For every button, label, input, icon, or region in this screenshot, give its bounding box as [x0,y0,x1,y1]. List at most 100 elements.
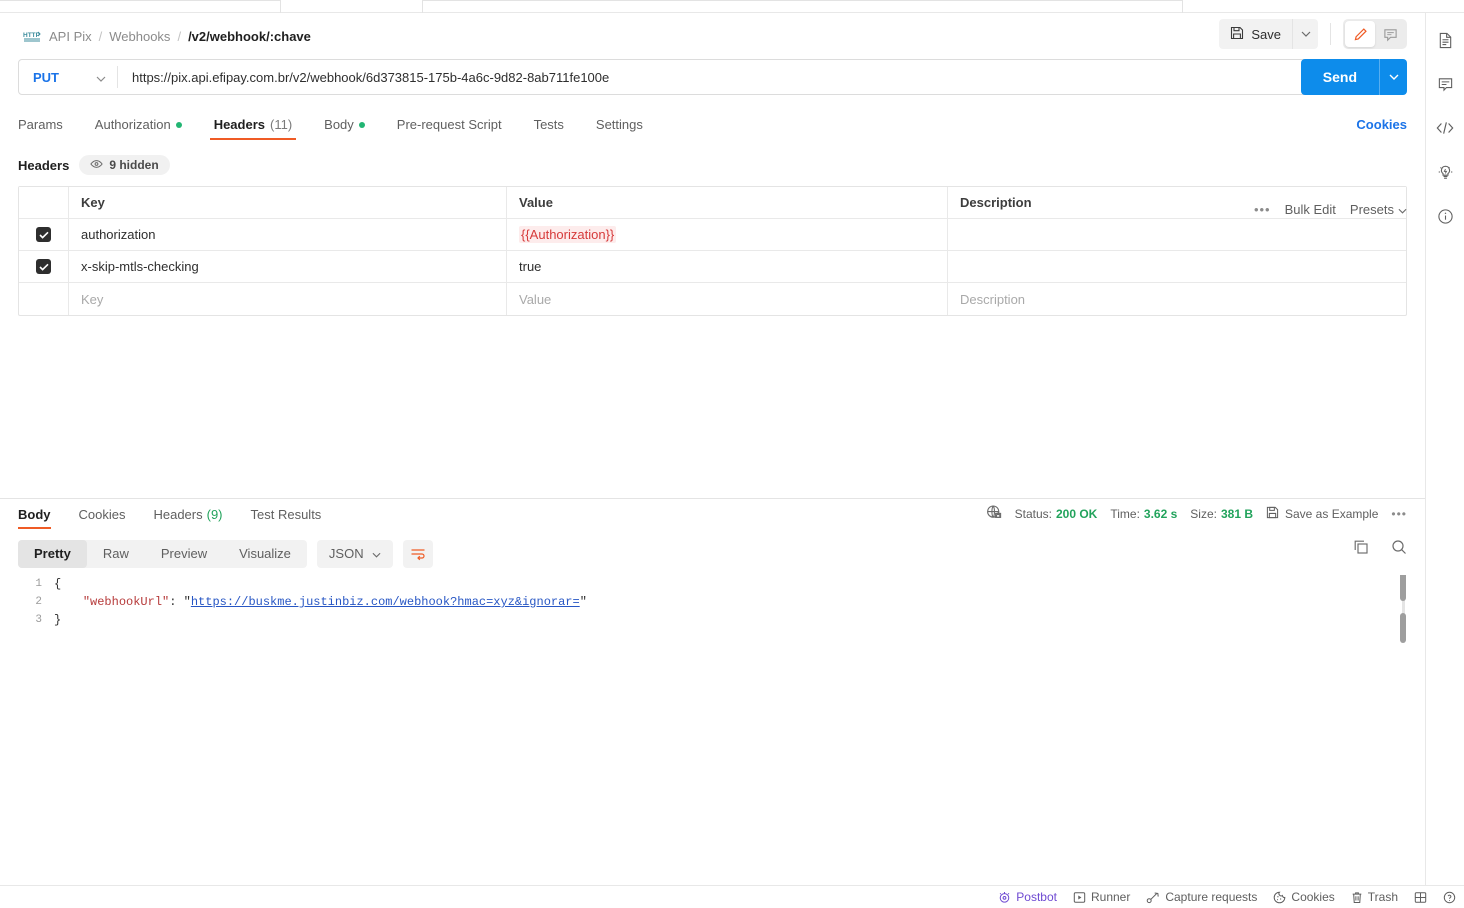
response-tab-body[interactable]: Body [18,507,65,529]
code-icon[interactable] [1434,117,1456,139]
info-icon[interactable] [1434,205,1456,227]
hidden-headers-pill[interactable]: 9 hidden [79,155,170,175]
postbot-button[interactable]: Postbot [998,890,1057,904]
row-checkbox[interactable] [36,259,51,274]
word-wrap-icon[interactable] [402,539,433,568]
copy-icon[interactable] [1353,539,1369,555]
header-description[interactable] [948,251,1406,282]
trash-icon [1351,891,1363,904]
status-value: 200 OK [1055,506,1098,521]
runner-label: Runner [1090,890,1131,904]
help-icon[interactable] [1443,891,1456,904]
breadcrumb-separator: / [98,28,103,44]
tab-headers[interactable]: Headers (11) [198,117,308,140]
send-dropdown-button[interactable] [1379,59,1407,95]
code-scrollbar-thumb[interactable] [1400,613,1406,643]
comment-icon[interactable] [1434,73,1456,95]
url-input[interactable]: https://pix.api.efipay.com.br/v2/webhook… [118,60,1307,94]
url-row: PUT https://pix.api.efipay.com.br/v2/web… [0,59,1425,109]
response-language-select[interactable]: JSON [316,539,393,568]
postman-window: HTTP API Pix / Webhooks / /v2/webhook/:c… [0,0,1464,908]
request-tabs: Params Authorization Headers (11) Body Pr… [0,109,1425,140]
search-icon[interactable] [1391,539,1407,555]
trash-label: Trash [1367,890,1398,904]
save-as-example-label: Save as Example [1285,506,1379,521]
tab-tests[interactable]: Tests [518,117,580,140]
new-header-value-input[interactable]: Value [507,283,948,315]
headers-label: Headers [18,157,70,173]
trash-button[interactable]: Trash [1351,890,1398,904]
breadcrumb[interactable]: HTTP API Pix / Webhooks / /v2/webhook/:c… [22,27,311,45]
response-tab-cookies[interactable]: Cookies [65,507,140,529]
code-line: 2 "webhookUrl": " https://buskme.justinbi… [0,593,1425,611]
time-label: Time: [1110,506,1140,521]
capture-requests-label: Capture requests [1165,890,1258,904]
bulk-edit-button[interactable]: Bulk Edit [1285,202,1336,217]
breadcrumb-item-folder[interactable]: Webhooks [109,29,170,44]
table-row-new[interactable]: Key Value Description [19,283,1406,315]
status-label: Status: [1014,506,1052,521]
globe-lock-icon[interactable] [986,504,1002,523]
chevron-down-icon [372,546,381,561]
row-checkbox[interactable] [36,227,51,242]
lightbulb-icon[interactable] [1434,161,1456,183]
comment-icon[interactable] [1375,21,1405,47]
send-button[interactable]: Send [1301,59,1379,95]
tab-label: Authorization [94,117,171,132]
document-icon[interactable] [1434,29,1456,51]
table-row[interactable]: x-skip-mtls-checking true [19,251,1406,283]
divider [1330,23,1331,45]
cookies-link[interactable]: Cookies [1356,117,1407,132]
response-body-code[interactable]: 1 { 2 "webhookUrl": " https://buskme.just… [0,575,1425,865]
presets-button[interactable]: Presets [1350,202,1407,217]
pencil-icon[interactable] [1345,21,1375,47]
format-visualize[interactable]: Visualize [223,540,307,568]
capture-icon [1146,891,1160,904]
header-key[interactable]: x-skip-mtls-checking [69,251,507,282]
json-value-link[interactable]: https://buskme.justinbiz.com/webhook?hma… [191,595,580,609]
format-raw[interactable]: Raw [87,540,145,568]
cookies-button[interactable]: Cookies [1273,890,1335,904]
method-label: PUT [33,69,59,85]
new-header-key-input[interactable]: Key [69,283,507,315]
send-group: Send [1300,59,1407,95]
tab-params[interactable]: Params [18,117,79,140]
response-tab-test-results[interactable]: Test Results [237,507,336,529]
ellipsis-icon[interactable]: ••• [1391,507,1407,521]
runner-button[interactable]: Runner [1073,890,1130,904]
code-line: 1 { [0,575,1425,593]
ellipsis-icon[interactable]: ••• [1254,202,1271,217]
capture-requests-button[interactable]: Capture requests [1146,890,1257,904]
method-select[interactable]: PUT [19,60,117,94]
code-scrollbar-thumb[interactable] [1400,575,1406,601]
breadcrumb-item-collection[interactable]: API Pix [49,29,92,44]
response-tab-headers[interactable]: Headers (9) [139,507,236,529]
header-value[interactable]: {{Authorization}} [507,219,948,250]
header-key[interactable]: authorization [69,219,507,250]
tab-body[interactable]: Body [308,117,381,140]
status-item: Status: 200 OK [1015,507,1098,521]
response-toolbar-right [1353,539,1407,555]
tab-label: Cookies [78,507,126,522]
tab-label: Headers [153,507,203,522]
format-pretty[interactable]: Pretty [18,539,87,568]
save-dropdown-button[interactable] [1292,19,1318,49]
tab-settings[interactable]: Settings [580,117,659,140]
format-preview[interactable]: Preview [145,540,223,568]
header-value[interactable]: true [507,251,948,282]
tab-pre-request-script[interactable]: Pre-request Script [381,117,518,140]
tab-label: Pre-request Script [396,117,502,132]
save-as-example-button[interactable]: Save as Example [1266,506,1378,522]
save-button[interactable]: Save [1219,19,1292,49]
new-header-description-input[interactable]: Description [948,283,1406,315]
layout-icon[interactable] [1414,891,1427,904]
table-row[interactable]: authorization {{Authorization}} [19,219,1406,251]
save-button-label: Save [1251,26,1281,42]
tab-authorization[interactable]: Authorization [79,117,198,140]
row-checkbox-cell [19,283,69,315]
line-number: 1 [35,578,42,590]
size-value: 381 B [1220,506,1253,521]
request-tab-strip[interactable] [0,0,1464,13]
column-header-key: Key [69,187,507,218]
save-icon [1266,506,1279,522]
